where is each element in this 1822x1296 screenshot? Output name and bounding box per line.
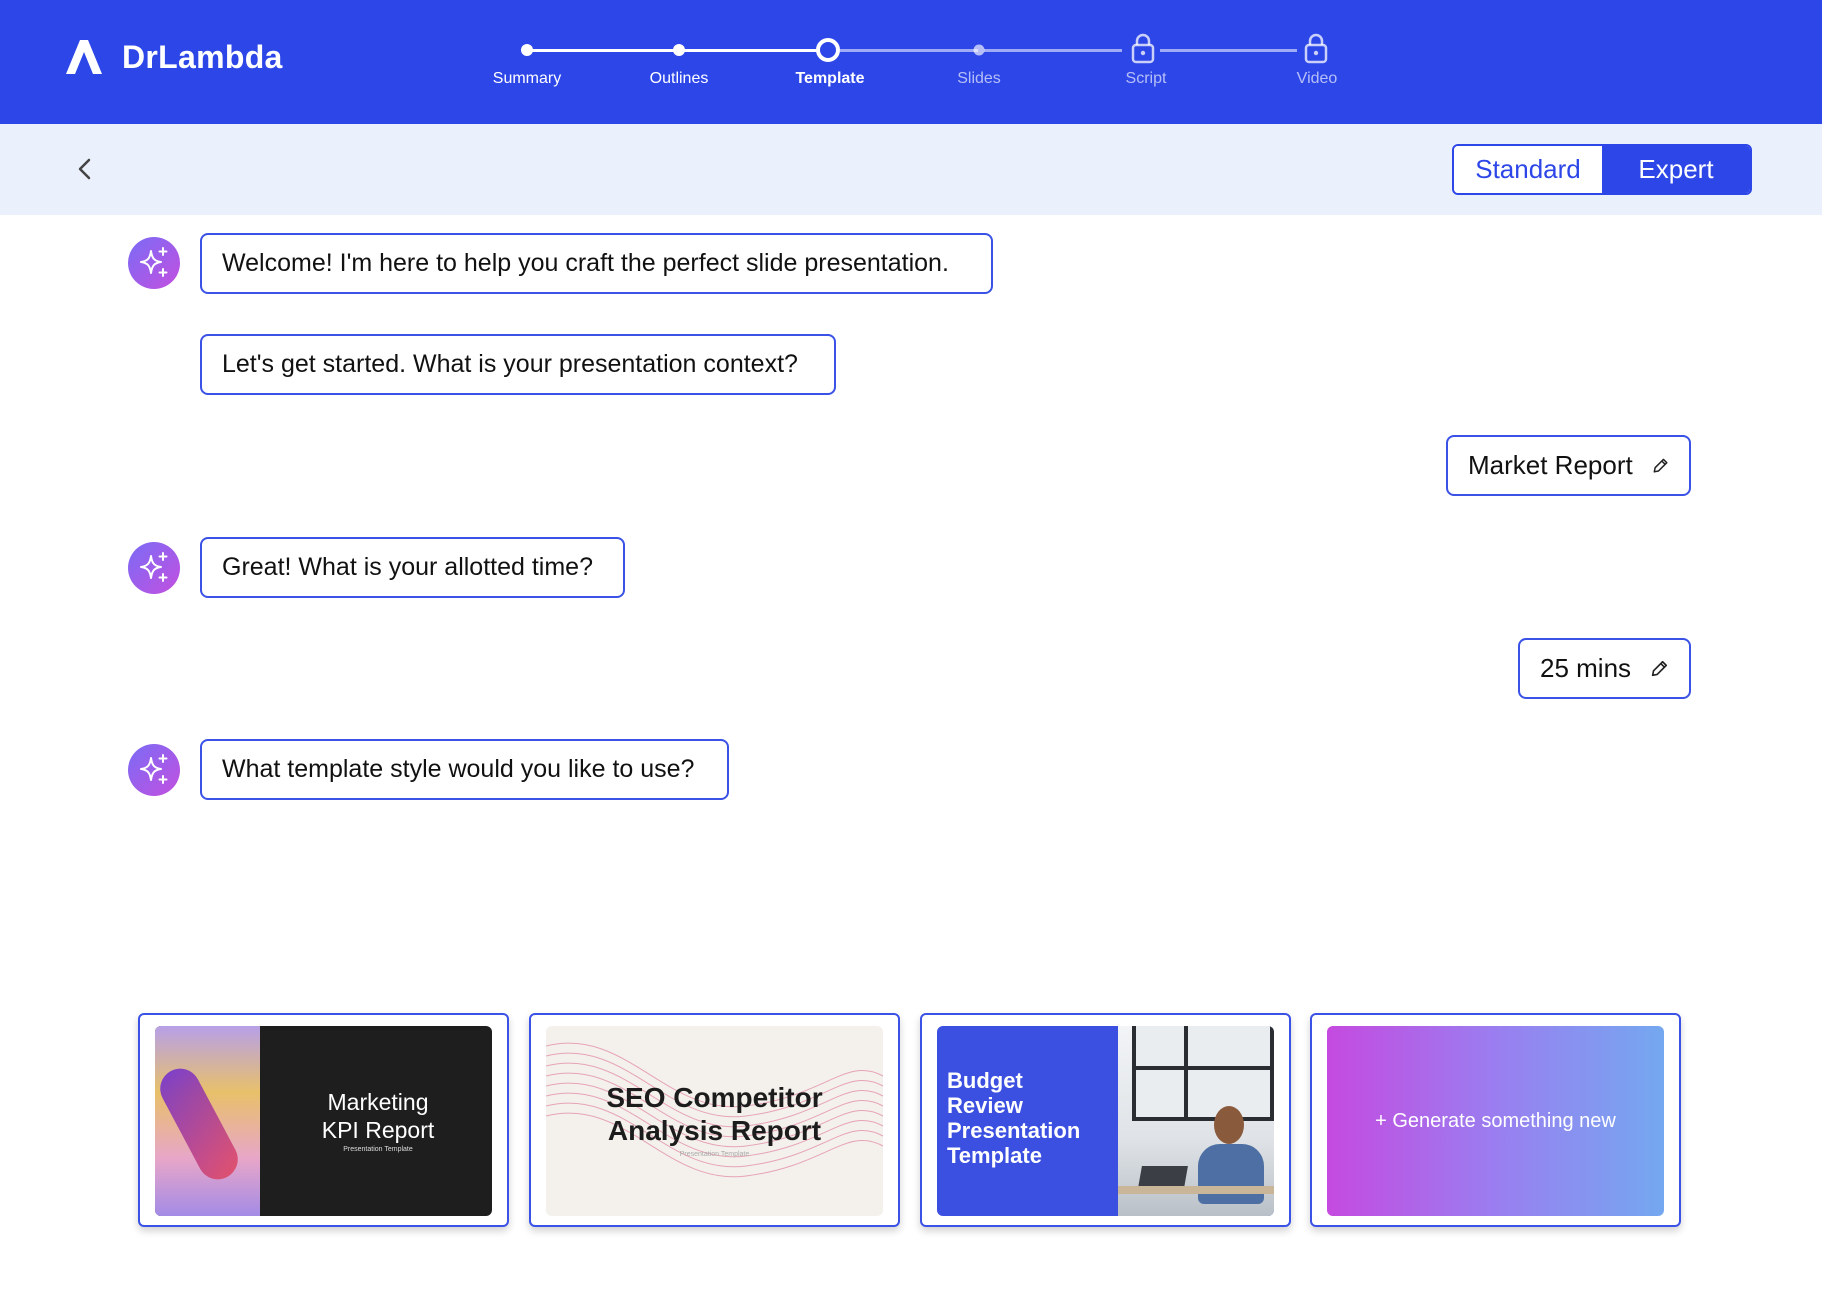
office-worker-photo [1118,1026,1274,1216]
pencil-edit-icon[interactable] [1651,455,1669,477]
assistant-avatar [128,237,180,289]
mode-standard-button[interactable]: Standard [1454,146,1602,193]
lock-icon [1131,33,1155,64]
template-card-budget-review[interactable]: Budget Review Presentation Template [920,1013,1291,1227]
mode-expert-button[interactable]: Expert [1602,146,1750,193]
top-navigation-bar: DrLambda Summary Outlines Template Slide… [0,0,1822,124]
step-slides-label: Slides [957,70,1001,87]
abstract-art-image [155,1026,260,1216]
step-outlines-label[interactable]: Outlines [650,70,709,88]
step-video-label: Video [1296,70,1338,87]
step-script-label: Script [1125,70,1167,87]
sparkle-icon [140,754,168,784]
template-title: SEO Competitor Analysis Report [606,1082,823,1146]
step-connector [528,49,678,52]
user-reply-text: Market Report [1468,450,1633,480]
template-card-generate-new[interactable]: + Generate something new [1310,1013,1681,1227]
chevron-left-icon [78,158,91,180]
step-slides-dot [973,44,985,56]
back-button[interactable] [70,154,100,184]
assistant-avatar [128,744,180,796]
template-card-marketing-kpi[interactable]: Marketing KPI Report Presentation Templa… [138,1013,509,1227]
pencil-edit-icon[interactable] [1649,658,1669,680]
assistant-message: Welcome! I'm here to help you craft the … [200,233,993,294]
step-outlines-dot[interactable] [673,44,685,56]
assistant-message: What template style would you like to us… [200,739,729,800]
assistant-avatar [128,542,180,594]
step-template-label[interactable]: Template [795,70,864,88]
template-subtitle: Presentation Template [679,1151,750,1158]
template-thumbnail: Marketing KPI Report Presentation Templa… [155,1026,492,1216]
template-title: Budget Review Presentation Template [947,1068,1081,1168]
step-summary-label[interactable]: Summary [493,70,561,88]
assistant-message: Let's get started. What is your presenta… [200,334,836,395]
template-thumbnail: SEO Competitor Analysis Report Presentat… [546,1026,883,1216]
sub-toolbar: Standard Expert [0,124,1822,215]
step-connector [1160,49,1297,52]
step-template-dot[interactable] [816,38,840,62]
step-connector [840,49,978,52]
template-card-seo-competitor[interactable]: SEO Competitor Analysis Report Presentat… [529,1013,900,1227]
assistant-message: Great! What is your allotted time? [200,537,625,598]
lock-icon [1304,33,1328,64]
sparkle-icon [140,552,168,582]
template-subtitle: Presentation Template [343,1146,413,1153]
user-reply: Market Report [1446,435,1691,496]
generate-new-thumbnail: + Generate something new [1327,1026,1664,1216]
step-connector [984,49,1122,52]
step-summary-dot[interactable] [521,44,533,56]
mode-toggle: Standard Expert [1452,144,1752,195]
template-title: Marketing KPI Report [321,1089,435,1143]
user-reply-text: 25 mins [1540,653,1632,683]
user-reply: 25 mins [1518,638,1691,699]
template-thumbnail: Budget Review Presentation Template [937,1026,1274,1216]
generate-new-label: + Generate something new [1375,1109,1616,1132]
step-connector [680,49,828,52]
progress-stepper: Summary Outlines Template Slides Script … [0,0,1822,124]
sparkle-icon [140,247,168,277]
